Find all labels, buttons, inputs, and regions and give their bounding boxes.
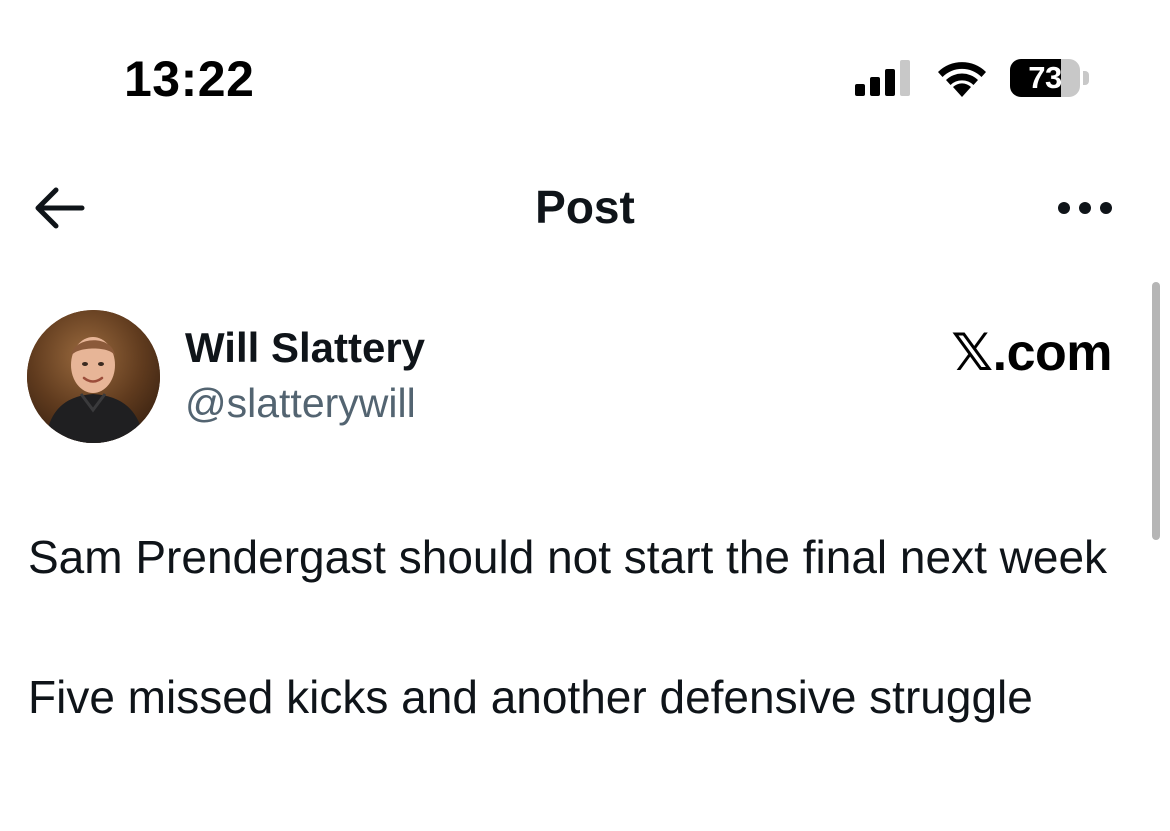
post-paragraph: Five missed kicks and another defensive … xyxy=(28,671,1033,723)
post-text: Sam Prendergast should not start the fin… xyxy=(28,522,1138,732)
battery-indicator: 73 xyxy=(1010,59,1080,97)
battery-percent: 73 xyxy=(1028,60,1062,95)
post-paragraph: Sam Prendergast should not start the fin… xyxy=(28,531,1108,583)
scrollbar[interactable] xyxy=(1152,282,1160,540)
x-com-logo: 𝕏.com xyxy=(951,324,1112,382)
wifi-icon xyxy=(938,62,986,97)
avatar-photo xyxy=(27,310,160,443)
author-handle[interactable]: @slatterywill xyxy=(185,380,416,427)
more-options-button[interactable] xyxy=(1052,190,1118,226)
author-avatar[interactable] xyxy=(27,310,160,443)
cellular-signal-icon xyxy=(855,60,910,96)
author-name[interactable]: Will Slattery xyxy=(185,324,425,372)
page-title: Post xyxy=(535,181,635,233)
more-options-icon xyxy=(1058,202,1112,214)
status-time: 13:22 xyxy=(124,51,255,107)
battery-cap xyxy=(1083,71,1089,85)
